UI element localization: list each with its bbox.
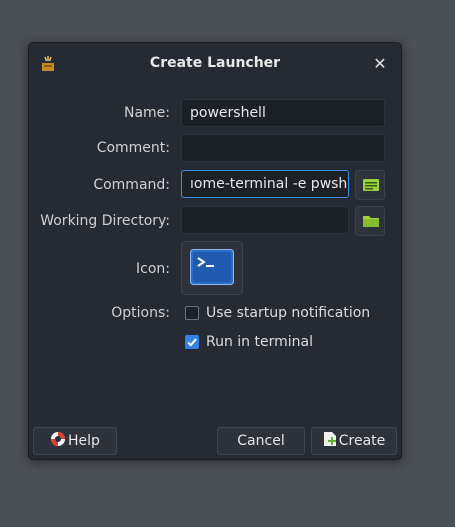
options-label: Options: (111, 305, 170, 321)
help-button[interactable]: Help (33, 427, 117, 455)
command-label: Command: (93, 177, 170, 193)
cancel-button[interactable]: Cancel (217, 427, 305, 455)
startup-notification-checkbox[interactable] (185, 306, 199, 320)
new-document-icon (323, 431, 337, 451)
lifebuoy-icon (50, 431, 66, 451)
comment-label: Comment: (96, 140, 170, 156)
comment-field[interactable] (181, 134, 385, 162)
dialog-title: Create Launcher (149, 55, 281, 71)
cancel-button-label: Cancel (237, 433, 285, 449)
startup-notification-option[interactable]: Use startup notification (185, 303, 370, 323)
name-field[interactable]: powershell (181, 99, 385, 127)
close-button[interactable]: ✕ (369, 53, 391, 75)
run-in-terminal-checkbox[interactable] (185, 335, 199, 349)
icon-label: Icon: (136, 261, 170, 277)
create-launcher-dialog: Create Launcher ✕ Name: powershell Comme… (28, 42, 402, 460)
startup-notification-label: Use startup notification (206, 305, 371, 321)
powershell-terminal-icon (190, 249, 234, 289)
working-directory-field[interactable] (181, 206, 349, 234)
close-icon: ✕ (373, 54, 387, 73)
application-browse-icon (362, 177, 380, 197)
browse-command-button[interactable] (355, 170, 385, 200)
create-button-label: Create (338, 433, 386, 449)
browse-directory-button[interactable] (355, 206, 385, 236)
run-in-terminal-label: Run in terminal (206, 334, 313, 350)
text-caret (348, 176, 349, 192)
command-field-text: ıome-terminal -e pwsh (190, 176, 348, 192)
folder-icon (362, 213, 380, 233)
create-button[interactable]: Create (311, 427, 397, 455)
icon-picker-button[interactable] (181, 241, 243, 295)
run-in-terminal-option[interactable]: Run in terminal (185, 332, 313, 352)
name-label: Name: (123, 105, 170, 121)
command-field[interactable]: ıome-terminal -e pwsh (181, 170, 349, 198)
help-button-label: Help (68, 433, 100, 449)
dialog-titlebar: Create Launcher ✕ (29, 43, 401, 85)
checkmark-icon (187, 338, 197, 347)
working-directory-label: Working Directory: (40, 213, 170, 229)
